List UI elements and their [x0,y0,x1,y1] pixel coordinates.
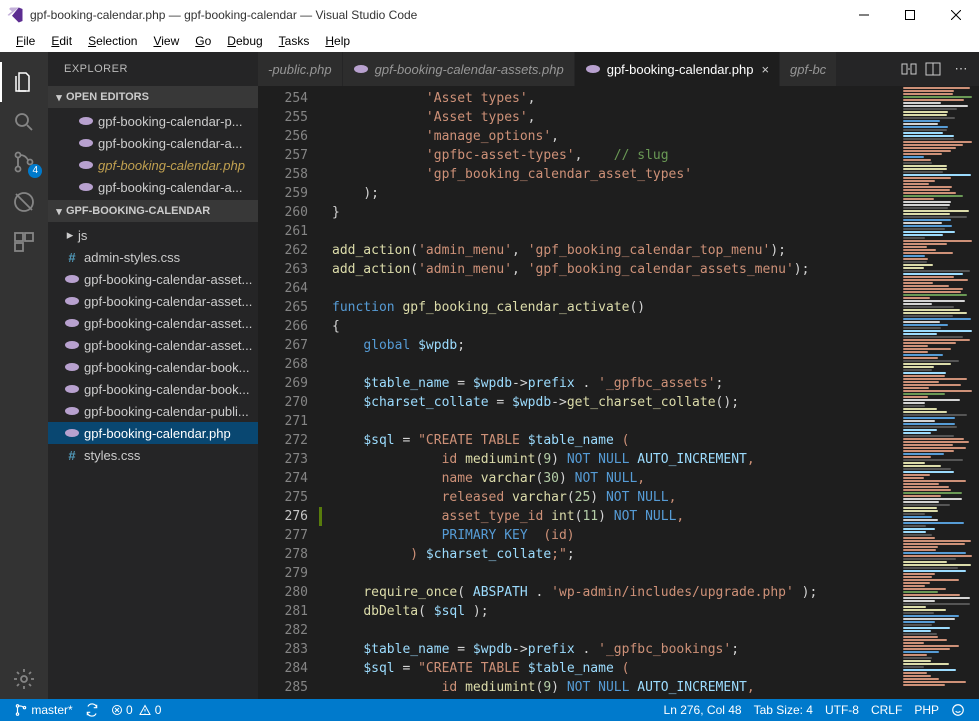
editor-tabs: -public.phpgpf-booking-calendar-assets.p… [258,52,979,86]
menu-tasks[interactable]: Tasks [271,32,318,50]
chevron-down-icon: ▾ [52,205,66,218]
css-file-icon: # [64,447,80,463]
status-eol[interactable]: CRLF [865,703,908,717]
smiley-icon [951,703,965,717]
editor-tab[interactable]: gpf-booking-calendar.php× [575,52,780,86]
php-file-icon [64,315,80,331]
code-editor[interactable]: 'Asset types', 'Asset types', 'manage_op… [322,86,899,699]
php-file-icon [64,359,80,375]
open-editor-item[interactable]: gpf-booking-calendar-a... [48,176,258,198]
editor-tab[interactable]: gpf-bc [780,52,837,86]
window-titlebar: gpf-booking-calendar.php — gpf-booking-c… [0,0,979,30]
open-editor-item[interactable]: gpf-booking-calendar-p... [48,110,258,132]
status-lang[interactable]: PHP [908,703,945,717]
menu-edit[interactable]: Edit [43,32,80,50]
menu-help[interactable]: Help [317,32,358,50]
file-item[interactable]: gpf-booking-calendar-asset... [48,334,258,356]
file-item[interactable]: gpf-booking-calendar-book... [48,356,258,378]
split-icon[interactable] [925,61,949,77]
open-editor-item[interactable]: gpf-booking-calendar-a... [48,132,258,154]
menu-debug[interactable]: Debug [219,32,270,50]
menu-go[interactable]: Go [187,32,219,50]
php-file-icon [585,61,601,77]
status-sync[interactable] [79,703,105,717]
php-file-icon [78,179,94,195]
maximize-button[interactable] [887,0,933,30]
activity-settings[interactable] [0,659,48,699]
sync-icon [85,703,99,717]
php-file-icon [64,337,80,353]
activity-debug[interactable] [0,182,48,222]
php-file-icon [64,271,80,287]
branch-icon [14,703,28,717]
php-file-icon [78,157,94,173]
explorer-title: EXPLORER [48,52,258,86]
folder-header[interactable]: ▾GPF-BOOKING-CALENDAR [48,200,258,222]
editor-tab[interactable]: -public.php [258,52,343,86]
status-lncol[interactable]: Ln 276, Col 48 [658,703,748,717]
status-branch[interactable]: master* [8,703,79,717]
file-item[interactable]: gpf-booking-calendar-asset... [48,312,258,334]
more-icon[interactable]: ⋯ [949,61,973,77]
menu-file[interactable]: File [8,32,43,50]
window-title: gpf-booking-calendar.php — gpf-booking-c… [30,8,841,22]
file-item[interactable]: gpf-booking-calendar.php [48,422,258,444]
php-file-icon [64,381,80,397]
activity-search[interactable] [0,102,48,142]
menu-selection[interactable]: Selection [80,32,145,50]
css-file-icon: # [64,249,80,265]
file-item[interactable]: #admin-styles.css [48,246,258,268]
status-tabsize[interactable]: Tab Size: 4 [748,703,819,717]
php-file-icon [64,293,80,309]
scm-badge: 4 [28,164,42,178]
status-feedback[interactable] [945,703,971,717]
open-editors-header[interactable]: ▾OPEN EDITORS [48,86,258,108]
chevron-down-icon: ▾ [52,91,66,104]
explorer-sidebar: EXPLORER ▾OPEN EDITORS gpf-booking-calen… [48,52,258,699]
activity-extensions[interactable] [0,222,48,262]
editor-tab[interactable]: gpf-booking-calendar-assets.php [343,52,575,86]
activity-scm[interactable]: 4 [0,142,48,182]
warning-icon [139,704,151,716]
minimize-button[interactable] [841,0,887,30]
activity-bar: 4 [0,52,48,699]
line-gutter: 2542552562572582592602612622632642652662… [258,86,322,699]
file-item[interactable]: #styles.css [48,444,258,466]
file-item[interactable]: gpf-booking-calendar-asset... [48,268,258,290]
status-bar: master* 0 0 Ln 276, Col 48 Tab Size: 4 U… [0,699,979,721]
close-icon[interactable]: × [761,62,769,77]
php-file-icon [78,135,94,151]
php-file-icon [64,403,80,419]
php-file-icon [353,61,369,77]
close-window-button[interactable] [933,0,979,30]
chevron-right-icon: ▸ [64,227,76,243]
file-item[interactable]: gpf-booking-calendar-asset... [48,290,258,312]
folder-item[interactable]: ▸js [48,224,258,246]
status-problems[interactable]: 0 0 [105,703,168,717]
vscode-icon [6,6,24,24]
file-item[interactable]: gpf-booking-calendar-book... [48,378,258,400]
minimap[interactable] [899,86,979,699]
menu-bar: FileEditSelectionViewGoDebugTasksHelp [0,30,979,53]
status-encoding[interactable]: UTF-8 [819,703,865,717]
editor-area: -public.phpgpf-booking-calendar-assets.p… [258,52,979,699]
menu-view[interactable]: View [145,32,187,50]
php-file-icon [78,113,94,129]
php-file-icon [64,425,80,441]
compare-icon[interactable] [901,61,925,77]
file-item[interactable]: gpf-booking-calendar-publi... [48,400,258,422]
open-editor-item[interactable]: gpf-booking-calendar.php [48,154,258,176]
activity-explorer[interactable] [0,62,48,102]
error-icon [111,704,123,716]
